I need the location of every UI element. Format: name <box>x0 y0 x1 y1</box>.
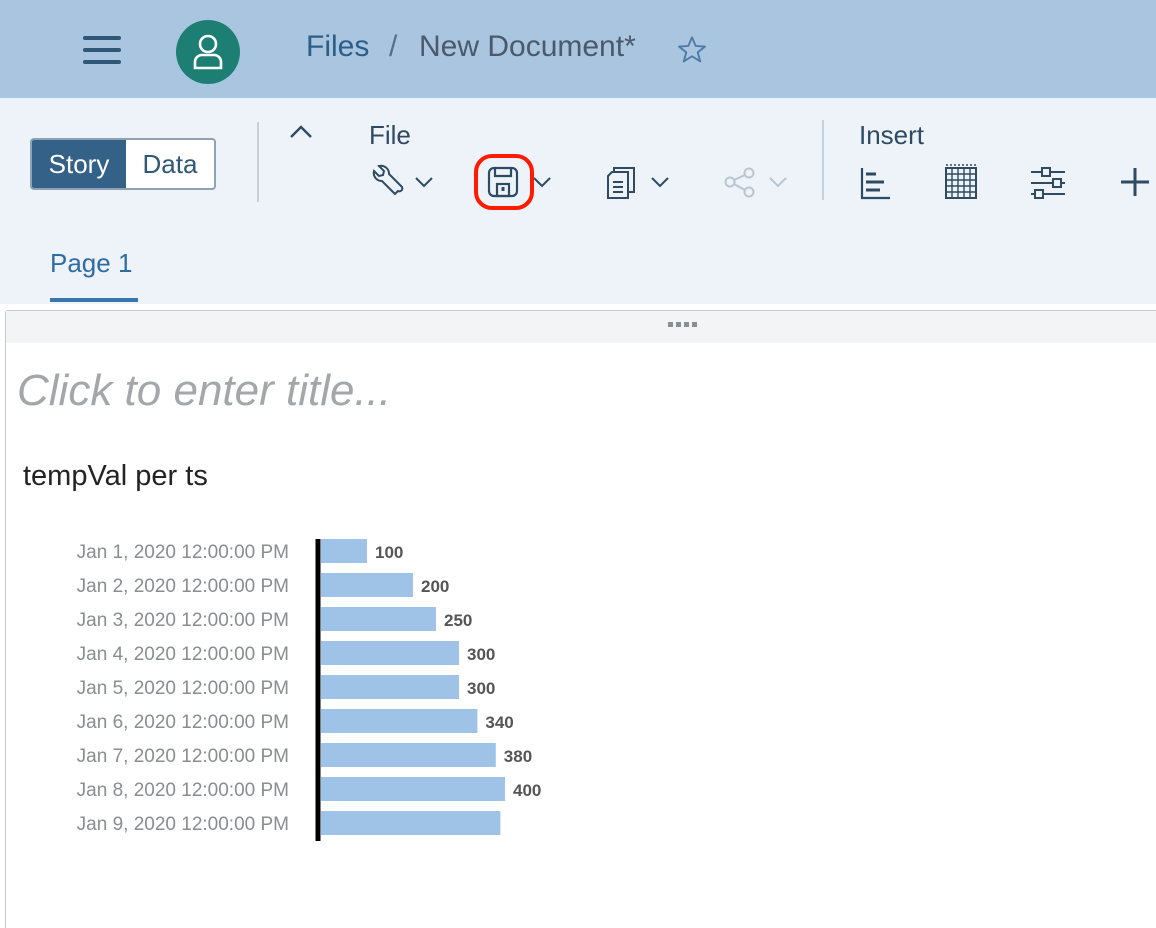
chart-bar[interactable] <box>321 709 478 733</box>
toolbar: Story Data File Insert Page 1 <box>0 98 1156 304</box>
story-title-input[interactable]: Click to enter title... <box>17 366 391 416</box>
y-tick-label: Jan 8, 2020 12:00:00 PM <box>77 780 289 801</box>
input-control-icon <box>1031 167 1065 199</box>
story-canvas: Click to enter title... tempVal per ts J… <box>5 310 1156 928</box>
save-highlight-ring <box>474 154 534 210</box>
y-tick-label: Jan 3, 2020 12:00:00 PM <box>77 610 289 631</box>
y-tick-label: Jan 6, 2020 12:00:00 PM <box>77 712 289 733</box>
share-icon <box>724 167 787 198</box>
chart-bar[interactable] <box>321 675 459 699</box>
chart-bar[interactable] <box>321 607 436 631</box>
data-label: 100 <box>375 543 403 562</box>
bar-chart[interactable]: Jan 1, 2020 12:00:00 PM 100 Jan 2, 2020 12… <box>6 531 706 851</box>
chart-bar[interactable] <box>321 573 413 597</box>
data-label: 250 <box>444 611 472 630</box>
data-label: 200 <box>421 577 449 596</box>
user-icon <box>193 34 223 70</box>
bar-chart-icon <box>860 168 890 200</box>
y-tick-label: Jan 7, 2020 12:00:00 PM <box>77 746 289 767</box>
y-tick-label: Jan 5, 2020 12:00:00 PM <box>77 678 289 699</box>
chart-bar[interactable] <box>321 539 367 563</box>
data-label: 340 <box>485 713 513 732</box>
shell-bar: Files / New Document* <box>0 0 1156 98</box>
user-avatar[interactable] <box>176 20 240 84</box>
plus-icon <box>1121 168 1149 196</box>
chart-bar[interactable] <box>321 777 505 801</box>
toolbar-divider <box>257 122 259 202</box>
chart-bar[interactable] <box>321 743 496 767</box>
data-label: 300 <box>467 645 495 664</box>
y-tick-label: Jan 9, 2020 12:00:00 PM <box>77 814 289 835</box>
chart-bar[interactable] <box>321 641 459 665</box>
favorite-star-icon[interactable] <box>676 34 708 66</box>
breadcrumb-separator: / <box>389 30 398 63</box>
table-icon <box>945 164 977 199</box>
file-group-label: File <box>369 120 411 150</box>
collapse-toolbar-icon[interactable] <box>288 122 314 142</box>
insert-chart-button[interactable] <box>858 162 894 202</box>
insert-group-label: Insert <box>859 120 925 150</box>
chart-title: tempVal per ts <box>23 460 208 492</box>
breadcrumb-files-link[interactable]: Files <box>306 30 369 64</box>
copy-icon <box>607 167 669 199</box>
share-menu-button[interactable] <box>722 162 792 202</box>
insert-more-button[interactable] <box>1119 162 1151 202</box>
wrench-icon <box>372 164 433 196</box>
canvas-header <box>6 311 1156 343</box>
story-mode-button[interactable]: Story <box>32 140 126 188</box>
tools-menu-button[interactable] <box>368 162 438 202</box>
copy-menu-button[interactable] <box>604 162 674 202</box>
tab-page-1[interactable]: Page 1 <box>50 248 132 279</box>
y-tick-label: Jan 4, 2020 12:00:00 PM <box>77 644 289 665</box>
y-tick-label: Jan 1, 2020 12:00:00 PM <box>77 542 289 563</box>
resize-grip-icon[interactable] <box>668 322 697 327</box>
y-tick-label: Jan 2, 2020 12:00:00 PM <box>77 576 289 597</box>
insert-input-control-button[interactable] <box>1029 162 1067 202</box>
menu-icon[interactable] <box>83 36 121 64</box>
active-tab-indicator <box>50 298 138 302</box>
toolbar-divider <box>822 120 824 200</box>
app-window: Files / New Document* Story Data File In… <box>0 0 1156 928</box>
chart-bar[interactable] <box>321 811 501 835</box>
insert-table-button[interactable] <box>943 162 979 202</box>
document-title: New Document* <box>419 30 636 63</box>
data-mode-button[interactable]: Data <box>126 140 214 188</box>
story-data-toggle: Story Data <box>30 138 216 190</box>
data-label: 380 <box>504 747 532 766</box>
data-label: 400 <box>513 781 541 800</box>
data-label: 300 <box>467 679 495 698</box>
